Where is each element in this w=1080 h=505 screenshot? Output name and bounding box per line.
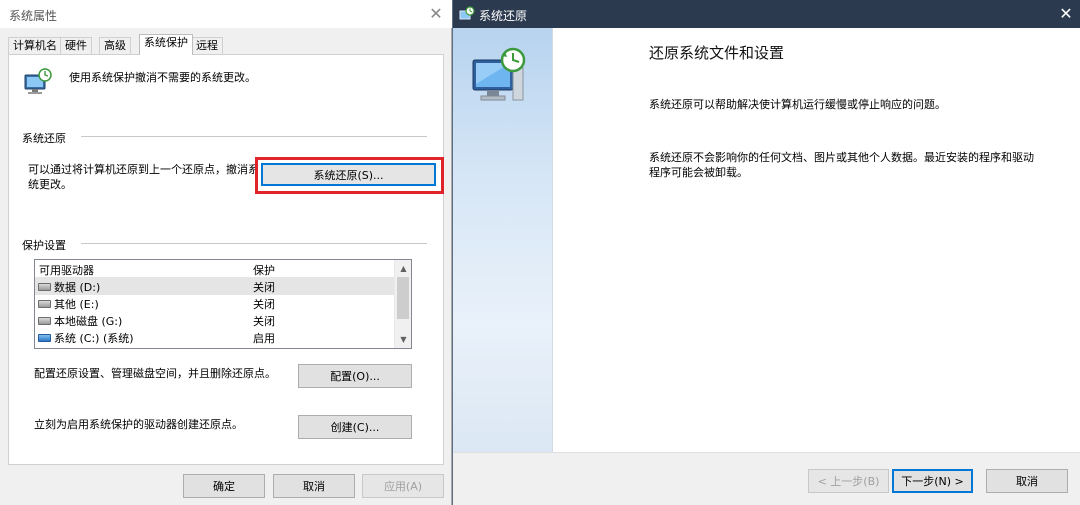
protection-section-label: 保护设置	[22, 239, 66, 252]
tab-system-protection[interactable]: 系统保护	[139, 34, 193, 55]
window-title: 系统属性	[9, 9, 58, 23]
create-text: 立刻为启用系统保护的驱动器创建还原点。	[34, 418, 243, 431]
scroll-up-icon[interactable]: ▲	[395, 260, 411, 277]
tab-advanced[interactable]: 高级	[99, 37, 131, 55]
wizard-side-banner	[453, 28, 553, 452]
drive-protection: 关闭	[253, 298, 275, 311]
system-protection-panel: 使用系统保护撤消不需要的系统更改。 系统还原 可以通过将计算机还原到上一个还原点…	[8, 54, 444, 465]
title-bar: 系统属性 ✕	[0, 0, 452, 28]
drive-list[interactable]: 可用驱动器 保护 数据 (D:) 关闭 其他 (E:) 关闭 本地磁盘 (G:)…	[34, 259, 412, 349]
page-title: 还原系统文件和设置	[649, 44, 785, 62]
drive-icon	[38, 283, 51, 291]
cancel-button[interactable]: 取消	[273, 474, 355, 498]
drive-row[interactable]: 其他 (E:) 关闭	[35, 295, 395, 312]
drive-list-header: 可用驱动器 保护	[35, 260, 395, 278]
scroll-thumb[interactable]	[397, 277, 409, 319]
wizard-content: 还原系统文件和设置 系统还原可以帮助解决使计算机运行缓慢或停止响应的问题。 系统…	[553, 28, 1080, 452]
drive-name: 本地磁盘 (G:)	[54, 315, 123, 328]
back-button[interactable]: < 上一步(B)	[808, 469, 889, 493]
drive-row[interactable]: 系统 (C:) (系统) 启用	[35, 329, 395, 346]
description-paragraph-2-line2: 程序可能会被卸载。	[649, 166, 748, 179]
system-properties-window: 系统属性 ✕ 计算机名 硬件 高级 系统保护 远程 使用系统保护撤消不需要的系统…	[0, 0, 452, 505]
system-drive-icon	[38, 334, 51, 342]
protection-section-divider	[81, 243, 427, 244]
configure-button[interactable]: 配置(O)...	[298, 364, 412, 388]
wizard-button-bar: < 上一步(B) 下一步(N) > 取消	[453, 452, 1080, 505]
drive-name: 数据 (D:)	[54, 281, 101, 294]
description-paragraph-2-line1: 系统还原不会影响你的任何文档、图片或其他个人数据。最近安装的程序和驱动	[649, 151, 1034, 164]
drive-name: 其他 (E:)	[54, 298, 99, 311]
scroll-down-icon[interactable]: ▼	[395, 331, 411, 348]
close-icon[interactable]: ✕	[421, 0, 451, 28]
drive-row[interactable]: 数据 (D:) 关闭	[35, 278, 395, 295]
drive-icon	[38, 317, 51, 325]
apply-button[interactable]: 应用(A)	[362, 474, 444, 498]
restore-description-line2: 统更改。	[28, 178, 72, 191]
title-bar: 系统还原 ✕	[453, 0, 1080, 28]
create-button[interactable]: 创建(C)...	[298, 415, 412, 439]
ok-button[interactable]: 确定	[183, 474, 265, 498]
drive-row[interactable]: 本地磁盘 (G:) 关闭	[35, 312, 395, 329]
system-restore-icon	[459, 6, 475, 20]
system-restore-wizard: 系统还原 ✕ 还原系统文件和设置 系统还原可以帮助解决使计算机运行缓慢或停止响应…	[452, 0, 1080, 505]
drive-icon	[38, 300, 51, 308]
configure-text: 配置还原设置、管理磁盘空间，并且删除还原点。	[34, 367, 276, 380]
tab-remote[interactable]: 远程	[191, 37, 223, 55]
window-title: 系统还原	[479, 9, 528, 23]
tab-computer-name[interactable]: 计算机名	[8, 37, 62, 55]
restore-wizard-icon	[472, 47, 526, 101]
cancel-button[interactable]: 取消	[986, 469, 1068, 493]
next-button[interactable]: 下一步(N) >	[892, 469, 973, 493]
intro-text: 使用系统保护撤消不需要的系统更改。	[69, 71, 256, 84]
restore-description-line1: 可以通过将计算机还原到上一个还原点，撤消系	[28, 163, 259, 176]
drive-name: 系统 (C:) (系统)	[54, 332, 134, 345]
column-header-protection[interactable]: 保护	[253, 262, 275, 278]
close-icon[interactable]: ✕	[1051, 0, 1080, 28]
restore-section-label: 系统还原	[22, 132, 66, 145]
drive-list-scrollbar[interactable]: ▲ ▼	[394, 260, 411, 348]
tab-hardware[interactable]: 硬件	[60, 37, 92, 55]
restore-section-divider	[81, 136, 427, 137]
computer-restore-icon	[24, 68, 52, 94]
drive-protection: 关闭	[253, 281, 275, 294]
drive-protection: 启用	[253, 332, 275, 345]
description-paragraph-1: 系统还原可以帮助解决使计算机运行缓慢或停止响应的问题。	[649, 98, 946, 111]
highlight-box	[255, 157, 444, 194]
drive-protection: 关闭	[253, 315, 275, 328]
column-header-drive[interactable]: 可用驱动器	[39, 262, 94, 278]
